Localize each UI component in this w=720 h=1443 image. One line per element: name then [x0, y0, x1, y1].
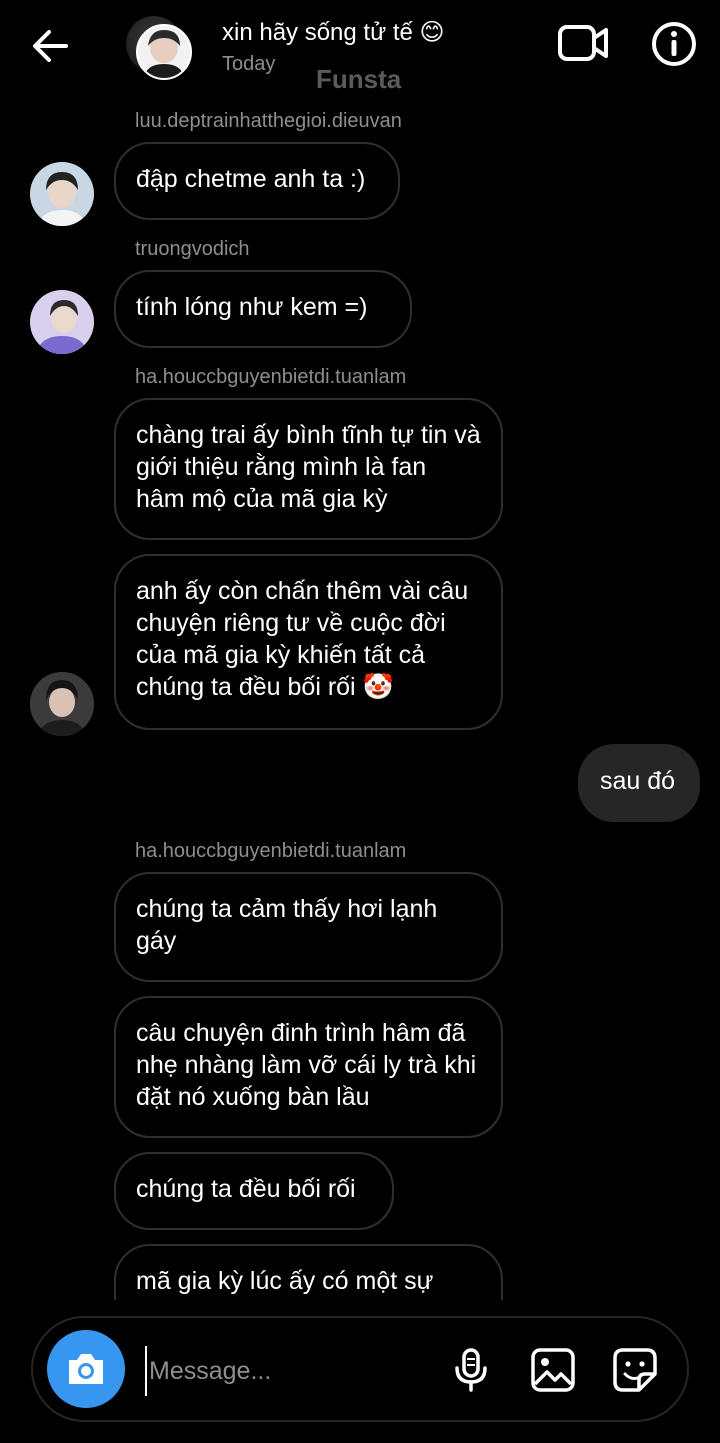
sender-name: luu.deptrainhatthegioi.dieuvan [135, 110, 402, 132]
video-camera-icon [558, 25, 608, 61]
message-bubble[interactable]: chúng ta cảm thấy hơi lạnh gáy [114, 872, 503, 982]
message-bubble[interactable]: chúng ta đều bối rối [114, 1152, 394, 1230]
arrow-left-icon [33, 30, 68, 62]
info-button[interactable] [650, 20, 698, 68]
sticker-icon [613, 1348, 657, 1392]
camera-icon [69, 1354, 103, 1384]
chat-title[interactable]: xin hãy sống tử tế 😊 [222, 18, 445, 47]
avatar-portrait [30, 672, 94, 736]
sender-name: truongvodich [135, 238, 250, 260]
sender-name: ha.houccbguyenbietdi.tuanlam [135, 840, 407, 862]
message-bubble[interactable]: câu chuyện đinh trình hâm đã nhẹ nhàng l… [114, 996, 503, 1138]
gallery-button[interactable] [529, 1346, 577, 1394]
avatar[interactable] [30, 290, 94, 354]
message-bubble[interactable]: anh ấy còn chấn thêm vài câu chuyện riên… [114, 554, 503, 730]
chat-subtitle: Today [222, 53, 276, 75]
video-call-button[interactable] [556, 20, 612, 66]
avatar[interactable] [30, 672, 94, 736]
microphone-icon [455, 1348, 487, 1392]
message-bubble[interactable]: tính lóng như kem =) [114, 270, 412, 348]
my-message-bubble[interactable]: sau đó [578, 744, 700, 822]
message-thread[interactable]: luu.deptrainhatthegioi.dieuvan đập chetm… [0, 100, 720, 1300]
sticker-button[interactable] [611, 1346, 659, 1394]
chat-header: xin hãy sống tử tế 😊 Today Funsta [0, 0, 720, 100]
message-input[interactable] [145, 1346, 441, 1396]
avatar-portrait [138, 26, 190, 78]
back-button[interactable] [28, 24, 72, 68]
avatar[interactable] [30, 162, 94, 226]
message-bubble[interactable]: đập chetme anh ta :) [114, 142, 400, 220]
camera-button[interactable] [47, 1330, 125, 1408]
image-icon [531, 1348, 575, 1392]
group-avatar[interactable] [136, 24, 192, 80]
watermark: Funsta [316, 64, 402, 94]
voice-message-button[interactable] [447, 1346, 495, 1394]
message-composer [31, 1316, 689, 1422]
message-bubble[interactable]: mã gia kỳ lúc ấy có một sự [114, 1244, 503, 1300]
avatar-portrait [30, 162, 94, 226]
sender-name: ha.houccbguyenbietdi.tuanlam [135, 366, 407, 388]
message-bubble[interactable]: chàng trai ấy bình tĩnh tự tin và giới t… [114, 398, 503, 540]
avatar-portrait [30, 290, 94, 354]
info-icon [652, 22, 696, 66]
